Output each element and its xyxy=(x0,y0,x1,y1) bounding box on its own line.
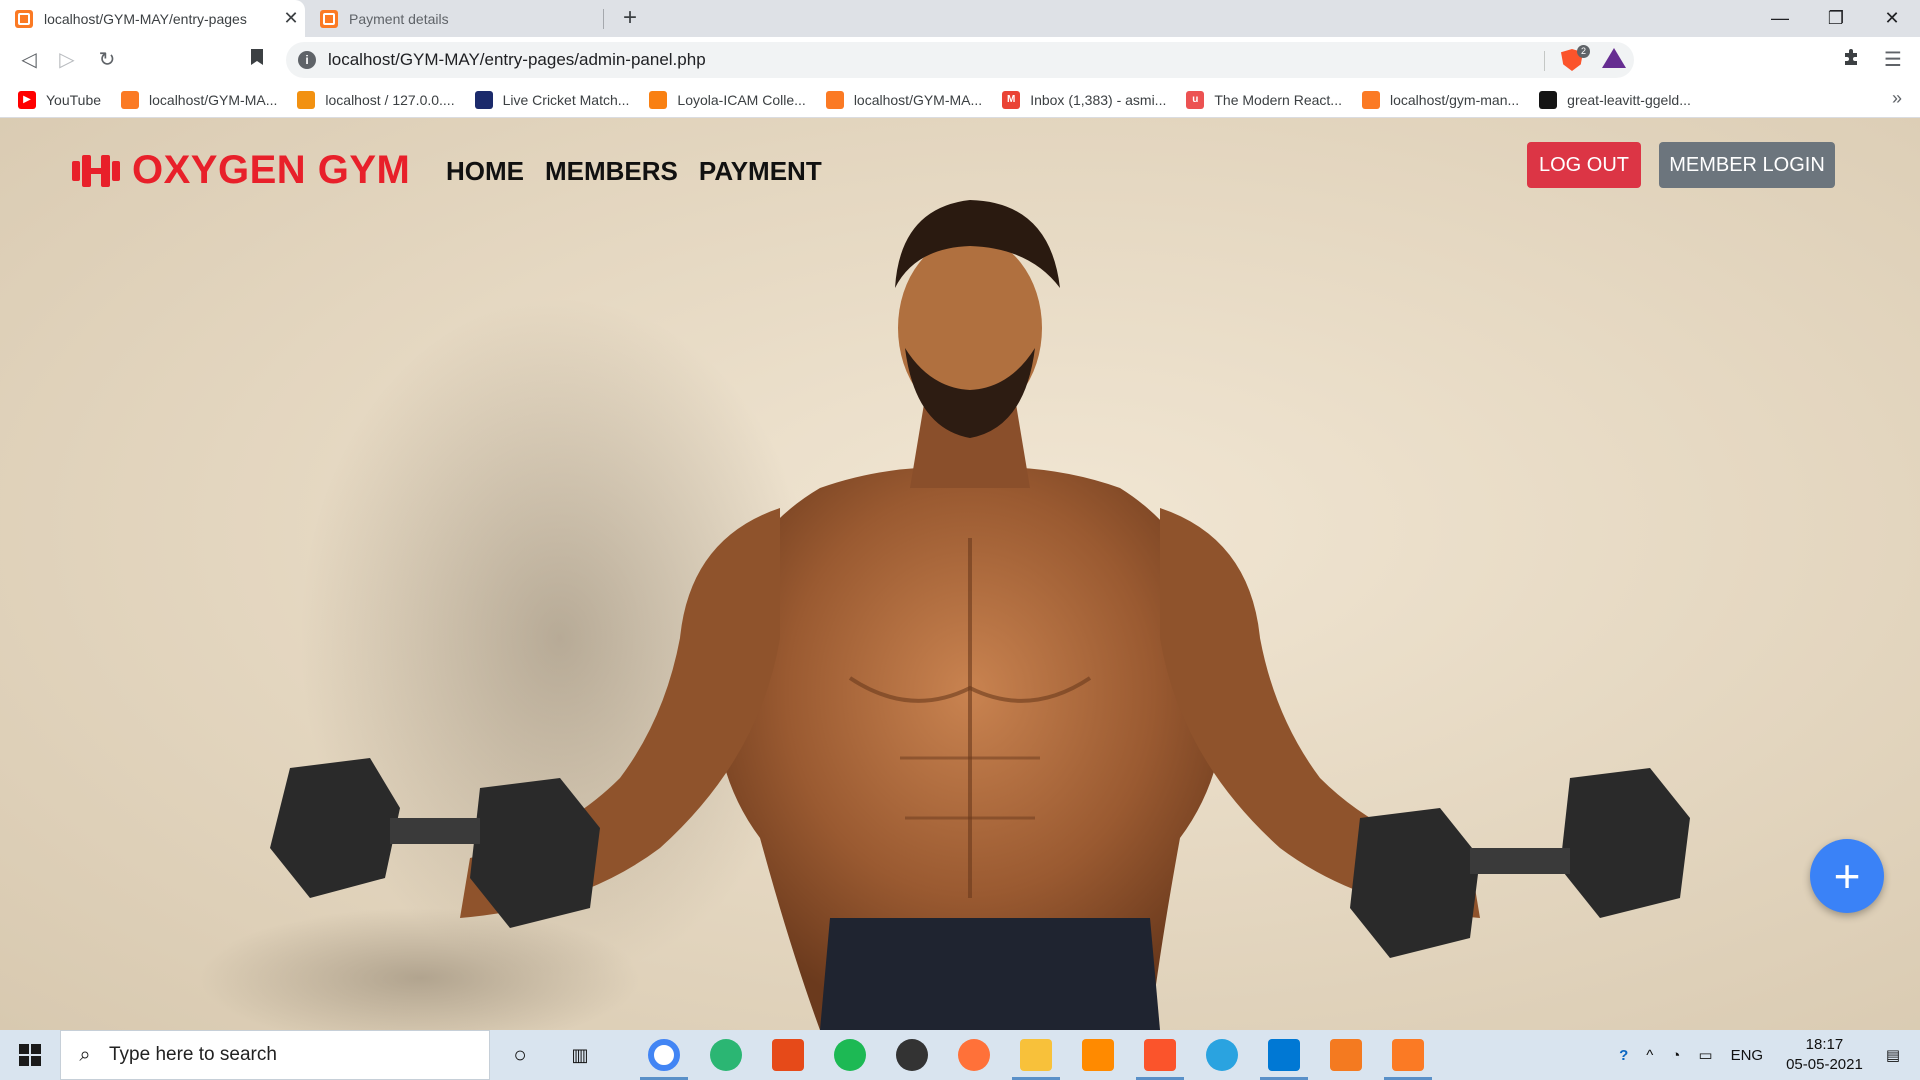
browser-tab-strip: localhost/GYM-MAY/entry-pages ✕ Payment … xyxy=(0,0,1920,37)
bookmark-youtube[interactable]: ▶ YouTube xyxy=(18,90,101,109)
site-info-icon[interactable]: i xyxy=(298,51,316,69)
bookmark-codesandbox[interactable]: great-leavitt-ggeld... xyxy=(1539,90,1691,109)
sublime-icon[interactable] xyxy=(1330,1039,1362,1071)
phpmyadmin-icon xyxy=(297,90,316,109)
logo-text: OXYGEN GYM xyxy=(132,148,411,192)
tab-title: localhost/GYM-MAY/entry-pages xyxy=(44,10,247,27)
close-window-button[interactable]: ✕ xyxy=(1864,0,1920,37)
add-button[interactable]: + xyxy=(1810,839,1884,913)
clock-date: 05-05-2021 xyxy=(1786,1056,1863,1073)
hero-bodybuilder-image xyxy=(200,200,1690,1030)
address-bar[interactable]: i localhost/GYM-MAY/entry-pages/admin-pa… xyxy=(286,42,1634,78)
gym-admin-page: OXYGEN GYM HOME MEMBERS PAYMENT LOG OUT … xyxy=(0,118,1920,1030)
browser-toolbar: ◁ ▷ ↻ i localhost/GYM-MAY/entry-pages/ad… xyxy=(0,37,1920,82)
whatsapp-icon[interactable] xyxy=(1082,1039,1114,1071)
bookmarks-overflow-icon[interactable]: » xyxy=(1892,88,1902,109)
office-icon[interactable] xyxy=(772,1039,804,1071)
main-nav: HOME MEMBERS PAYMENT xyxy=(446,156,843,187)
bookmark-localhost-gym-2[interactable]: localhost/GYM-MA... xyxy=(825,90,982,109)
member-login-button[interactable]: MEMBER LOGIN xyxy=(1659,142,1835,188)
brave-icon[interactable] xyxy=(1144,1039,1176,1071)
clock-time: 18:17 xyxy=(1805,1036,1844,1053)
brave-rewards-icon[interactable] xyxy=(1602,48,1626,68)
codesandbox-icon xyxy=(1539,90,1558,109)
xampp-icon xyxy=(121,90,140,109)
wifi-icon[interactable]: ◔ xyxy=(1671,1047,1680,1064)
maps-icon[interactable] xyxy=(710,1039,742,1071)
file-explorer-icon[interactable] xyxy=(1020,1039,1052,1071)
media-player-icon[interactable] xyxy=(896,1039,928,1071)
search-icon: ⌕ xyxy=(79,1043,91,1066)
shield-count-badge: 2 xyxy=(1577,45,1590,58)
xampp-icon xyxy=(320,9,338,28)
taskbar-search[interactable]: ⌕ Type here to search xyxy=(60,1030,490,1080)
close-icon[interactable]: ✕ xyxy=(277,8,305,29)
xampp-icon xyxy=(15,9,33,28)
window-controls: — ❐ ✕ xyxy=(1752,0,1920,37)
xampp-icon[interactable] xyxy=(1392,1039,1424,1071)
nav-members[interactable]: MEMBERS xyxy=(545,156,678,187)
tab-separator xyxy=(603,9,604,29)
omnibox-divider xyxy=(1544,51,1545,71)
youtube-icon: ▶ xyxy=(18,90,36,109)
search-placeholder: Type here to search xyxy=(109,1044,277,1065)
reload-icon[interactable]: ↻ xyxy=(94,47,120,73)
chevron-up-icon[interactable]: ^ xyxy=(1646,1047,1653,1064)
new-tab-button[interactable]: + xyxy=(616,4,644,32)
url-text[interactable]: localhost/GYM-MAY/entry-pages/admin-pane… xyxy=(328,50,706,70)
bookmark-localhost-gym-1[interactable]: localhost/GYM-MA... xyxy=(121,90,277,109)
nav-home[interactable]: HOME xyxy=(446,156,524,187)
restore-button[interactable]: ❐ xyxy=(1808,0,1864,37)
language-indicator[interactable]: ENG xyxy=(1731,1047,1764,1064)
extensions-icon[interactable] xyxy=(1838,47,1864,73)
bookmark-modern-react[interactable]: u The Modern React... xyxy=(1186,90,1342,109)
cricket-icon xyxy=(474,90,493,109)
moodle-icon xyxy=(649,90,668,109)
site-logo[interactable]: OXYGEN GYM xyxy=(70,148,410,193)
tab-admin-panel[interactable]: localhost/GYM-MAY/entry-pages ✕ xyxy=(0,0,305,37)
system-tray: ? ^ ◔ ▭ ENG 18:17 05-05-2021 ▤ xyxy=(1610,1030,1920,1080)
bookmark-phpmyadmin[interactable]: localhost / 127.0.0.... xyxy=(297,90,455,109)
forward-arrow-icon[interactable]: ▷ xyxy=(54,47,80,73)
cortana-icon[interactable]: ○ xyxy=(504,1039,536,1071)
battery-icon[interactable]: ▭ xyxy=(1698,1046,1712,1064)
bookmarks-bar: ▶ YouTube localhost/GYM-MA... localhost /… xyxy=(0,82,1920,118)
help-icon[interactable]: ? xyxy=(1619,1047,1628,1064)
task-view-icon[interactable]: ▥ xyxy=(564,1039,596,1071)
spotify-icon[interactable] xyxy=(834,1039,866,1071)
bookmark-loyola-icam[interactable]: Loyola-ICAM Colle... xyxy=(649,90,806,109)
start-button[interactable] xyxy=(0,1030,60,1080)
minimize-button[interactable]: — xyxy=(1752,0,1808,37)
bookmark-live-cricket[interactable]: Live Cricket Match... xyxy=(474,90,629,109)
clock[interactable]: 18:17 05-05-2021 xyxy=(1786,1035,1863,1075)
tab-title: Payment details xyxy=(349,10,449,27)
back-arrow-icon[interactable]: ◁ xyxy=(16,47,42,73)
vscode-icon[interactable] xyxy=(1268,1039,1300,1071)
chrome-icon[interactable] xyxy=(648,1039,680,1071)
notifications-icon[interactable]: ▤ xyxy=(1886,1046,1900,1064)
udemy-icon: u xyxy=(1186,90,1205,109)
windows-taskbar: ⌕ Type here to search ○ ▥ ? ^ ◔ ▭ ENG 18… xyxy=(0,1030,1920,1080)
tab-payment-details[interactable]: Payment details xyxy=(305,0,605,37)
logout-button[interactable]: LOG OUT xyxy=(1527,142,1641,188)
nav-payment[interactable]: PAYMENT xyxy=(699,156,822,187)
bookmark-localhost-gym-man[interactable]: localhost/gym-man... xyxy=(1361,90,1519,109)
bookmark-icon[interactable] xyxy=(244,47,270,73)
firefox-icon[interactable] xyxy=(958,1039,990,1071)
gmail-icon: M xyxy=(1002,90,1021,109)
dumbbell-icon xyxy=(72,154,120,187)
telegram-icon[interactable] xyxy=(1206,1039,1238,1071)
menu-icon[interactable]: ☰ xyxy=(1880,47,1906,73)
bookmark-gmail-inbox[interactable]: M Inbox (1,383) - asmi... xyxy=(1002,90,1166,109)
windows-icon xyxy=(19,1044,41,1066)
xampp-icon xyxy=(825,90,844,109)
xampp-icon xyxy=(1361,90,1380,109)
